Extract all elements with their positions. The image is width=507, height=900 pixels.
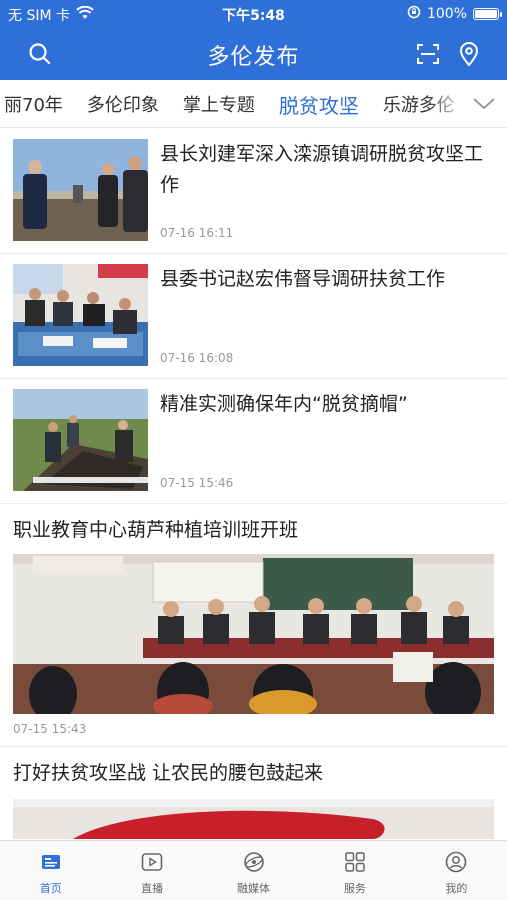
tab-duolun-impression[interactable]: 多伦印象 [75, 91, 171, 117]
battery-icon [473, 8, 502, 20]
services-grid-icon [343, 850, 367, 874]
news-time: 07-16 16:11 [160, 226, 234, 240]
tabbar-services[interactable]: 服务 [304, 841, 405, 900]
news-thumbnail [13, 264, 148, 366]
tabbar-label: 直播 [141, 882, 164, 895]
news-thumbnail [13, 389, 148, 491]
news-thumbnail [13, 139, 148, 241]
news-feed: 县长刘建军深入滦源镇调研脱贫攻坚工作 07-16 16:11 县委书记赵宏伟督导… [0, 129, 507, 839]
news-title: 县长刘建军深入滦源镇调研脱贫攻坚工作 [160, 143, 484, 196]
tab-poverty-alleviation[interactable]: 脱贫攻坚 [267, 90, 371, 119]
tabbar-label: 首页 [39, 882, 62, 895]
news-photo [13, 799, 494, 839]
status-bar: 无 SIM 卡 下午5:48 100% [0, 0, 507, 28]
bottom-tab-bar: 首页 直播 融媒体 服务 我的 [0, 840, 507, 900]
news-time: 07-16 16:08 [160, 351, 234, 365]
news-item[interactable]: 打好扶贫攻坚战 让农民的腰包鼓起来 [0, 747, 507, 839]
tabbar-profile[interactable]: 我的 [406, 841, 507, 900]
battery-percent: 100% [426, 6, 467, 22]
tabbar-label: 融媒体 [237, 882, 271, 895]
media-globe-icon [242, 850, 266, 874]
home-icon [39, 850, 63, 874]
news-title: 精准实测确保年内“脱贫摘帽” [160, 393, 408, 415]
news-time: 07-15 15:43 [13, 722, 87, 736]
tabbar-label: 我的 [445, 882, 468, 895]
tab-70-years[interactable]: 丽70年 [0, 91, 75, 117]
tab-topics[interactable]: 掌上专题 [171, 91, 267, 117]
news-item[interactable]: 县委书记赵宏伟督导调研扶贫工作 07-16 16:08 [0, 254, 507, 379]
news-title: 县委书记赵宏伟督导调研扶贫工作 [160, 268, 446, 290]
profile-icon [444, 850, 468, 874]
news-title: 打好扶贫攻坚战 让农民的腰包鼓起来 [13, 762, 324, 784]
live-play-icon [140, 850, 164, 874]
location-icon[interactable] [455, 40, 483, 68]
news-time: 07-15 15:46 [160, 476, 234, 490]
chevron-down-icon[interactable] [461, 80, 507, 127]
header: 多伦发布 [0, 28, 507, 80]
news-item[interactable]: 县长刘建军深入滦源镇调研脱贫攻坚工作 07-16 16:11 [0, 129, 507, 254]
scan-icon[interactable] [414, 40, 442, 68]
news-item[interactable]: 职业教育中心葫芦种植培训班开班 07-15 15:43 [0, 504, 507, 747]
tabbar-live[interactable]: 直播 [101, 841, 202, 900]
news-title: 职业教育中心葫芦种植培训班开班 [13, 519, 299, 541]
tabbar-label: 服务 [343, 882, 366, 895]
tabbar-media[interactable]: 融媒体 [203, 841, 304, 900]
channel-tabs: 丽70年 多伦印象 掌上专题 脱贫攻坚 乐游多伦 [0, 80, 507, 128]
news-item[interactable]: 精准实测确保年内“脱贫摘帽” 07-15 15:46 [0, 379, 507, 504]
tabbar-home[interactable]: 首页 [0, 841, 101, 900]
orientation-lock-icon [407, 5, 421, 23]
news-photo [13, 554, 494, 714]
